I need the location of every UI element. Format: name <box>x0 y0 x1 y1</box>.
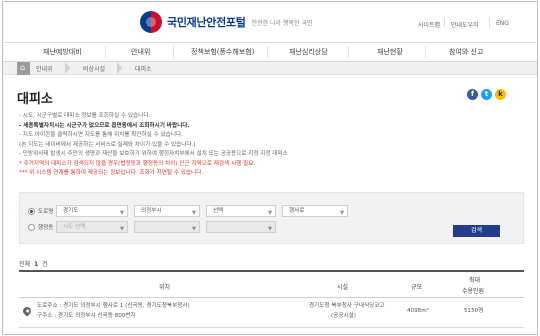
note-line: *** 위 시스템 연계를 통하여 제공되는 정보입니다. 조회가 지연될 수 … <box>19 170 204 176</box>
util-divider <box>489 18 490 27</box>
dong-eupmyeon-select[interactable]: ▼ <box>206 221 276 233</box>
road-sigungu-select[interactable]: 의정부시 ▼ <box>134 205 200 217</box>
count-prefix: 전체 <box>19 261 31 268</box>
breadcrumb-item[interactable]: 안내위 <box>36 64 53 73</box>
nav-divider <box>267 46 268 58</box>
nav-prevention[interactable]: 재난예방대비 <box>43 47 82 57</box>
note-line: * 주거지역의 대피소가 검색되지 않을 경우(법정동과 행정동의 차이) 인근… <box>19 160 256 167</box>
breadcrumb-arrow-icon <box>117 62 122 74</box>
guide-link[interactable]: 안내도우미 <box>451 20 479 29</box>
result-count: 전체 1 건 <box>19 259 48 268</box>
site-subtitle: 안전한 나라 행복한 국민 <box>251 19 313 27</box>
search-button[interactable]: 검색 <box>453 225 500 237</box>
dong-sigungu-select[interactable]: ▼ <box>134 221 200 233</box>
dong-sido-value: 시도 선택 <box>63 224 86 230</box>
header-capacity: 수용인원 <box>462 288 485 295</box>
road-name-label: 도로명 <box>38 209 54 215</box>
chevron-down-icon: ▼ <box>120 210 124 216</box>
admin-dong-row: 행정동 <box>28 221 58 233</box>
note-line: - 세종특별자치시는 시군구가 없으므로 읍면동에서 조회하시기 바랍니다. <box>19 122 190 129</box>
chevron-down-icon: ▼ <box>268 226 272 232</box>
table-row: 도로주소 : 경기도 의정부시 행사로 1 (신곡동, 경기도청북부청사) 구주… <box>19 298 524 328</box>
nav-status[interactable]: 재난현황 <box>377 47 403 57</box>
lot-address: 구주소 : 경기도 의정부시 신곡동 800번지 <box>37 313 136 319</box>
road-initial-value: 선택 <box>213 208 224 214</box>
chevron-down-icon: ▼ <box>340 210 344 216</box>
shelter-table: 위치 시설 규모 최대 수용인원 도로주소 : 경기도 의정부시 행사로 1 (… <box>19 270 524 328</box>
nav-divider <box>348 46 349 58</box>
dong-sido-select[interactable]: 시도 선택 ▼ <box>56 221 128 233</box>
nav-divider <box>173 46 174 58</box>
breadcrumb-item[interactable]: 비상시설 <box>83 64 105 73</box>
breadcrumb: ⌂ 안내위 비상시설 대피소 <box>3 62 537 75</box>
search-panel: 도로명 경기도 ▼ 의정부시 ▼ 선택 ▼ 행사로 ▼ 행정동 시도 선택 ▼ ▼ ▼ 검… <box>19 192 524 244</box>
guidance-notes: - 시도, 시군구별로 대피소 정보를 조회하실 수 있습니다. - 세종특별자… <box>19 112 519 179</box>
count-suffix: 건 <box>42 261 48 268</box>
table-header: 위치 시설 규모 최대 수용인원 <box>19 270 524 298</box>
site-logo[interactable]: 국민재난안전포털 안전한 나라 행복한 국민 <box>140 11 313 33</box>
taegeuk-logo-icon <box>140 11 162 33</box>
road-initial-select[interactable]: 선택 ▼ <box>206 205 276 217</box>
util-divider <box>444 18 445 27</box>
road-sigungu-value: 의정부시 <box>141 208 162 214</box>
chevron-down-icon: ▼ <box>192 226 196 232</box>
shelter-size: 4098m² <box>407 308 429 314</box>
map-pin-icon[interactable] <box>21 305 33 317</box>
site-title: 국민재난안전포털 <box>167 16 246 29</box>
road-name-row: 도로명 <box>28 205 58 217</box>
twitter-share-icon[interactable]: t <box>481 89 492 100</box>
nav-divider <box>105 46 106 58</box>
road-address: 도로주소 : 경기도 의정부시 행사로 1 (신곡동, 경기도청북부청사) <box>37 303 190 309</box>
main-navigation: 재난예방대비 안내위 정책보험(풍수해보험) 재난심리상담 재난현황 참여와 신… <box>3 42 537 62</box>
site-header: 국민재난안전포털 안전한 나라 행복한 국민 사이트맵 안내도우미 ENG <box>3 2 537 42</box>
admin-dong-radio[interactable] <box>28 223 35 231</box>
facility-type: (공공시설) <box>331 313 356 319</box>
page-title: 대피소 <box>17 92 53 107</box>
english-link[interactable]: ENG <box>496 20 509 27</box>
header-location: 위치 <box>159 284 171 291</box>
sitemap-link[interactable]: 사이트맵 <box>418 20 440 29</box>
shelter-capacity: 5150명 <box>464 308 484 314</box>
nav-participation[interactable]: 참여와 신고 <box>449 47 483 57</box>
kakaostory-share-icon[interactable]: k <box>495 89 506 100</box>
chevron-down-icon: ▼ <box>192 210 196 216</box>
header-max: 최대 <box>469 277 481 284</box>
nav-divider <box>425 46 426 58</box>
facility-name: 경기도청 북부청사 구내식당코고 <box>309 303 385 309</box>
road-name-value: 행사로 <box>289 208 305 214</box>
road-name-radio[interactable] <box>28 207 35 215</box>
home-icon[interactable]: ⌂ <box>17 62 30 75</box>
note-line: (본 지도는 네이버에서 제공하는 서비스로 실제와 차이가 있을 수 있습니다… <box>19 141 196 148</box>
note-line: - 시도, 시군구별로 대피소 정보를 조회하실 수 있습니다. <box>19 113 151 119</box>
road-name-select[interactable]: 행사로 ▼ <box>282 205 348 217</box>
header-facility: 시설 <box>337 284 349 291</box>
chevron-down-icon: ▼ <box>120 226 124 232</box>
page-frame: 국민재난안전포털 안전한 나라 행복한 국민 사이트맵 안내도우미 ENG 재난… <box>2 1 538 335</box>
breadcrumb-current: 대피소 <box>135 66 152 73</box>
note-line: - 민방위사태 발생시 주민의 생명과 재산을 보호하기 위하여 행정자치부에서… <box>19 151 288 157</box>
header-size: 규모 <box>411 284 423 291</box>
nav-insurance[interactable]: 정책보험(풍수해보험) <box>191 47 254 57</box>
note-line: - 지도 아이콘을 클릭하시면 지도를 통해 위치를 확인하실 수 있습니다. <box>19 132 183 138</box>
nav-guide[interactable]: 안내위 <box>131 47 150 57</box>
chevron-down-icon: ▼ <box>268 210 272 216</box>
road-sido-select[interactable]: 경기도 ▼ <box>56 205 128 217</box>
road-sido-value: 경기도 <box>63 208 79 214</box>
admin-dong-label: 행정동 <box>38 225 54 231</box>
nav-counseling[interactable]: 재난심리상담 <box>289 47 328 57</box>
breadcrumb-arrow-icon <box>65 62 70 74</box>
count-value: 1 <box>33 261 39 268</box>
facebook-share-icon[interactable]: f <box>467 89 478 100</box>
